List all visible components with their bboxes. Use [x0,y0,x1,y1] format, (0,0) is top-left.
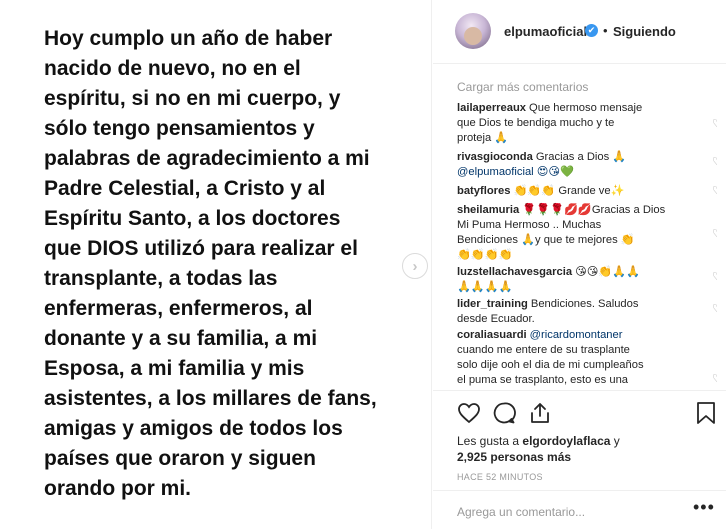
comment-text: Que hermoso mensaje [529,102,643,114]
comment-bubble-icon[interactable] [492,401,516,425]
comment-username[interactable]: sheilamuria [457,204,519,216]
next-arrow-button[interactable]: › [402,253,428,279]
chevron-right-icon: › [412,257,418,275]
comments-list[interactable]: Cargar más comentarios lailaperreaux Que … [457,64,717,390]
post-text-line: países que oraron y siguen [44,447,316,470]
post-image: Hoy cumplo un año de haber nacido de nue… [0,0,432,529]
separator-dot: • [603,23,608,38]
post-text-line: Padre Celestial, a Cristo y al [44,177,326,200]
likes-prefix: Les gusta a [457,434,523,448]
bookmark-icon[interactable] [695,401,717,425]
comment: lailaperreaux Que hermoso mensaje que Dio… [457,101,707,146]
post-text-line: donante y a su familia, a mi [44,327,318,350]
comment-text: cuando me entere de su trasplante [457,344,630,356]
comment-text: solo dije ooh el dia de mi cumpleaños [457,359,644,371]
likes-user-link[interactable]: elgordoylaflaca [522,434,610,448]
post-text-line: nacido de nuevo, no en el [44,57,301,80]
comment-text: Gracias a Dios 🙏 [535,151,627,163]
post-text-line: Espíritu Santo, a los doctores [44,207,341,230]
load-more-comments-button[interactable]: Cargar más comentarios [457,80,588,94]
comment-text: desde Ecuador. [457,313,535,325]
header-username[interactable]: elpumaoficial [504,24,587,39]
heart-icon[interactable] [457,401,481,425]
comment: batyflores 👏👏👏 Grande ve✨ [457,184,707,199]
share-icon[interactable] [528,401,552,425]
comment-like-heart-icon[interactable]: ♡ [712,227,717,240]
post-text-line: enfermeras, enfermeros, al [44,297,313,320]
comment-text: 🌹🌹🌹💋💋Gracias a Dios [522,204,666,216]
comment-username[interactable]: luzstellachavesgarcia [457,266,572,278]
post-text-line: transplante, a todas las [44,267,278,290]
post-text-line: palabras de agradecimiento a mi [44,147,370,170]
more-options-icon[interactable]: ••• [693,497,715,518]
comment-text: proteja 🙏 [457,132,509,144]
likes-middle: y [610,434,620,448]
post-header: elpumaoficial ✔ • Siguiendo [433,0,726,64]
comment-username[interactable]: coraliasuardi [457,329,527,341]
comment-text: que Dios te bendiga mucho y te [457,117,615,129]
likes-count-link[interactable]: 2,925 personas más [457,450,571,464]
post-text-line: asistentes, a los millares de fans, [44,387,377,410]
comment: sheilamuria 🌹🌹🌹💋💋Gracias a Dios Mi Puma H… [457,203,707,263]
action-bar [433,390,726,438]
verified-badge-icon: ✔ [585,24,598,37]
comment-like-heart-icon[interactable]: ♡ [712,302,717,315]
post-text: Hoy cumplo un año de haber nacido de nue… [44,24,404,504]
comment-username[interactable]: batyflores [457,185,510,197]
comment-text: el puma se trasplanto, esto es una [457,374,629,386]
post-text-line: que DIOS utilizó para realizar el [44,237,358,260]
comment-text: Mi Puma Hermoso .. Muchas [457,219,602,231]
comment-username[interactable]: lider_training [457,298,528,310]
comment-text: 🙏🙏🙏🙏 [457,281,513,293]
comment-like-heart-icon[interactable]: ♡ [712,372,717,385]
comment-text: Bendiciones. Saludos [530,298,639,310]
follow-button[interactable]: Siguiendo [613,24,676,39]
post-text-line: Hoy cumplo un año de haber [44,27,333,50]
comment-like-heart-icon[interactable]: ♡ [712,117,717,130]
comment-box: ••• [433,490,726,529]
post-text-line: amigas y amigos de todos los [44,417,343,440]
comment: luzstellachavesgarcia 😘😘👏🙏🙏 🙏🙏🙏🙏 [457,265,707,295]
comment-text: 👏👏👏👏 [457,249,513,261]
comment-text: Bendiciones 🙏y que te mejores 👏 [457,234,635,246]
comment: coraliasuardi @ricardomontaner cuando me … [457,328,707,388]
comment-text: 😘😘👏🙏🙏 [575,266,641,278]
comment-username[interactable]: lailaperreaux [457,102,526,114]
comment-text: 👏👏👏 Grande ve✨ [513,185,625,197]
likes-summary: Les gusta a elgordoylaflaca y 2,925 pers… [457,433,707,465]
post-text-line: sólo tengo pensamientos y [44,117,315,140]
comment: rivasgioconda Gracias a Dios 🙏 @elpumaofi… [457,150,707,180]
comment-like-heart-icon[interactable]: ♡ [712,155,717,168]
comment-text[interactable]: @elpumaoficial 😍😘💚 [457,166,574,178]
comment-username[interactable]: rivasgioconda [457,151,533,163]
comment-mention[interactable]: @ricardomontaner [530,329,623,341]
comment-like-heart-icon[interactable]: ♡ [712,270,717,283]
comment: lider_training Bendiciones. Saludos desde… [457,297,707,327]
post-text-line: espíritu, si no en mi cuerpo, y [44,87,341,110]
comment-like-heart-icon[interactable]: ♡ [712,184,717,197]
post-timestamp: HACE 52 MINUTOS [457,472,543,482]
post-text-line: Esposa, a mi familia y mis [44,357,305,380]
post-text-line: orando por mi. [44,477,191,500]
comment-input[interactable] [457,503,677,521]
avatar[interactable] [455,13,491,49]
side-panel: elpumaoficial ✔ • Siguiendo Cargar más c… [433,0,726,529]
